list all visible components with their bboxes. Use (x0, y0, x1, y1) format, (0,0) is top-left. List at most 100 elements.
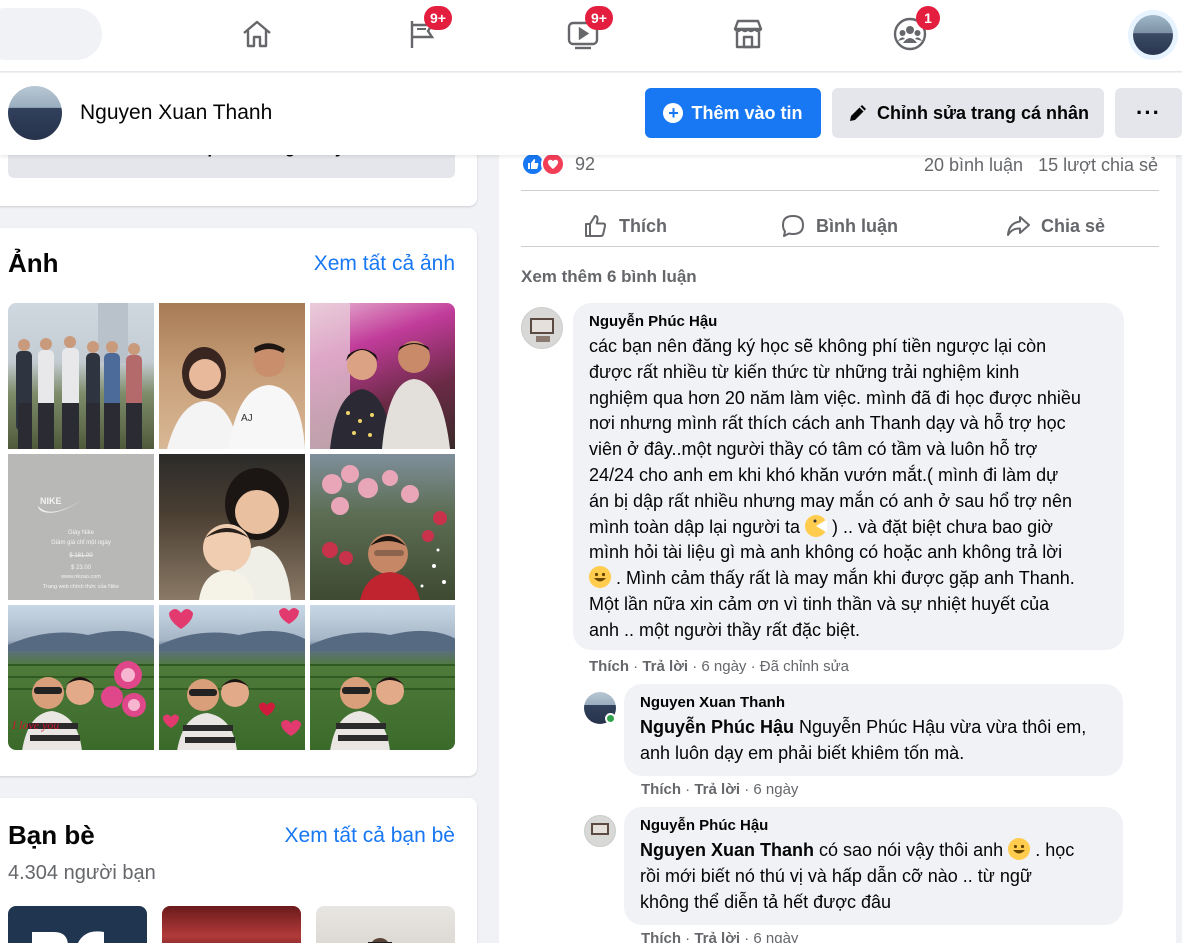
divider (521, 246, 1159, 247)
nike-site: www.nkzao.com (60, 574, 101, 580)
comment-line-part: . Mình cảm thấy rất là may mắn khi được … (616, 568, 1075, 589)
reply-time[interactable]: 6 ngày (753, 781, 798, 798)
photo-thumbnail[interactable] (310, 303, 455, 449)
shares-count[interactable]: 15 lượt chia sẻ (1038, 155, 1158, 175)
photo-thumbnail[interactable] (310, 454, 455, 600)
comment-line: mình toàn dập lại người ta ) .. và đặt b… (589, 514, 1110, 541)
see-all-friends-link[interactable]: Xem tất cả bạn bè (285, 824, 455, 848)
comment-text: các bạn nên đăng ký học sẽ không phí tiề… (589, 334, 1110, 644)
reply-time[interactable]: 6 ngày (753, 930, 798, 943)
watch-icon[interactable]: 9+ (563, 6, 613, 56)
share-label: Chia sẻ (1041, 215, 1106, 236)
comment-line: án bị dập rất nhiều nhưng may mắn có anh… (589, 490, 1072, 511)
photo-thumbnail[interactable]: AJ (159, 303, 305, 449)
grinning-emoji-icon (1008, 838, 1031, 860)
reply-avatar[interactable] (584, 815, 616, 847)
comment-reply-button[interactable]: Trả lời (642, 658, 688, 675)
reply-author[interactable]: Nguyễn Phúc Hậu (640, 817, 1109, 834)
like-button[interactable]: Thích (583, 206, 667, 246)
comment-line: được rất nhiều từ kiến thức từ những trả… (589, 361, 1020, 382)
flag-icon[interactable]: 9+ (402, 6, 452, 56)
plus-icon: + (663, 103, 684, 123)
photo-thumbnail[interactable]: I love you (8, 605, 154, 750)
reply-bubble: Nguyen Xuan Thanh Nguyễn Phúc Hậu Nguyễn… (624, 684, 1123, 776)
post-panel: 92 20 bình luận 15 lượt chia sẻ Thích Bì… (499, 140, 1182, 943)
marketplace-icon[interactable] (728, 12, 768, 56)
love-text: I love you (11, 718, 59, 732)
account-avatar[interactable] (1128, 10, 1178, 60)
comment-line: . Mình cảm thấy rất là may mắn khi được … (589, 566, 1110, 592)
comment-line: các bạn nên đăng ký học sẽ không phí tiề… (589, 336, 1047, 356)
home-icon[interactable] (237, 12, 277, 56)
friend-thumbnail[interactable] (8, 906, 147, 943)
reply-text: Nguyen Xuan Thanh có sao nói vậy thôi an… (640, 838, 1109, 915)
reaction-summary[interactable]: 92 (521, 152, 595, 176)
reply-bubble: Nguyễn Phúc Hậu Nguyen Xuan Thanh có sao… (624, 807, 1123, 925)
nike-line1: Giày Nike (68, 530, 95, 536)
like-label: Thích (619, 215, 667, 236)
comment-line: anh .. một người thầy rất đặc biệt. (589, 619, 860, 640)
comment-line: nghiệm qua hơn 20 năm làm việc. mình đã … (589, 387, 1081, 408)
share-icon (1007, 216, 1030, 236)
profile-header-bar: Nguyen Xuan Thanh + Thêm vào tin Chỉnh s… (0, 73, 1182, 155)
reply-line: rồi mới biết nó thú vị và hấp dẫn cỡ nào… (640, 865, 1032, 886)
edit-profile-button[interactable]: Chỉnh sửa trang cá nhân (832, 88, 1104, 138)
comment-time[interactable]: 6 ngày (701, 658, 746, 675)
nike-price: $ 23.00 (71, 565, 92, 571)
comment-line: mình hỏi tài liệu gì mà anh không có hoặ… (589, 542, 1063, 563)
comment-line: Một lần nữa xin cảm ơn vì tinh thần và s… (589, 593, 1050, 614)
comment-author[interactable]: Nguyễn Phúc Hậu (589, 313, 1110, 330)
reply-line-part: . học (1035, 840, 1075, 860)
reply-reply-button[interactable]: Trả lời (694, 781, 740, 798)
online-status-dot (605, 713, 616, 724)
see-all-photos-link[interactable]: Xem tất cả ảnh (314, 252, 455, 276)
groups-icon[interactable]: 1 (890, 6, 940, 56)
separator: · (685, 781, 691, 798)
comment-line-part: mình toàn dập lại người ta (589, 516, 800, 537)
nike-site-desc: Trang web chính thức của Nike (43, 583, 119, 590)
photo-thumbnail[interactable] (8, 303, 154, 449)
commenter-avatar[interactable] (521, 307, 563, 349)
comments-count[interactable]: 20 bình luận (924, 155, 1023, 175)
add-to-story-button[interactable]: + Thêm vào tin (645, 88, 821, 138)
separator: · (744, 930, 750, 943)
share-button[interactable]: Chia sẻ (1005, 206, 1105, 246)
photo-grid: AJ NIKE Giày Nike Giảm giá chỉ một ngày … (8, 303, 455, 750)
comment-like-button[interactable]: Thích (589, 658, 629, 675)
mention-tag[interactable]: Nguyen Xuan Thanh (640, 840, 814, 860)
love-reaction-icon (541, 152, 565, 176)
friends-count: 4.304 người bạn (8, 862, 156, 884)
reply-line: không thể diễn tả hết được đâu (640, 891, 892, 912)
comment-button[interactable]: Bình luận (780, 206, 898, 246)
comment-label: Bình luận (816, 215, 898, 236)
nike-line2: Giảm giá chỉ một ngày (51, 539, 111, 546)
add-to-story-label: Thêm vào tin (691, 102, 803, 123)
reply-text: Nguyễn Phúc Hậu Nguyễn Phúc Hậu vừa vừa … (640, 715, 1109, 767)
comment-line: nơi nhưng mình rất thích cách anh Thanh … (589, 413, 1066, 434)
reply-line: anh luôn dạy em phải biết khiêm tốn mà. (640, 742, 965, 763)
profile-name[interactable]: Nguyen Xuan Thanh (80, 101, 272, 125)
photos-card: Ảnh Xem tất cả ảnh AJ NIKE Giày Nike Giả… (0, 228, 477, 776)
photos-title: Ảnh (8, 248, 59, 278)
photo-thumbnail[interactable] (159, 605, 305, 750)
profile-avatar[interactable] (8, 86, 62, 140)
photo-thumbnail[interactable] (159, 454, 305, 600)
photo-thumbnail[interactable] (310, 605, 455, 750)
more-options-button[interactable]: ··· (1115, 88, 1182, 138)
nike-brand-text: NIKE (40, 496, 62, 506)
scrollbar[interactable] (1176, 155, 1182, 943)
friend-thumbnail[interactable] (316, 906, 455, 943)
reply-like-button[interactable]: Thích (641, 930, 681, 943)
comment-bubble: Nguyễn Phúc Hậu các bạn nên đăng ký học … (573, 303, 1124, 650)
top-navigation: 9+ 9+ 1 (0, 0, 1182, 72)
reaction-count: 92 (575, 153, 596, 174)
friend-thumbnail[interactable] (162, 906, 301, 943)
reply-author[interactable]: Nguyen Xuan Thanh (640, 694, 1109, 711)
search-box[interactable] (0, 8, 102, 60)
reply-reply-button[interactable]: Trả lời (694, 930, 740, 943)
watch-badge: 9+ (585, 6, 613, 30)
view-more-comments-link[interactable]: Xem thêm 6 bình luận (521, 267, 697, 287)
mention-tag[interactable]: Nguyễn Phúc Hậu (640, 717, 794, 737)
photo-thumbnail[interactable]: NIKE Giày Nike Giảm giá chỉ một ngày $ 1… (8, 454, 154, 600)
reply-like-button[interactable]: Thích (641, 781, 681, 798)
